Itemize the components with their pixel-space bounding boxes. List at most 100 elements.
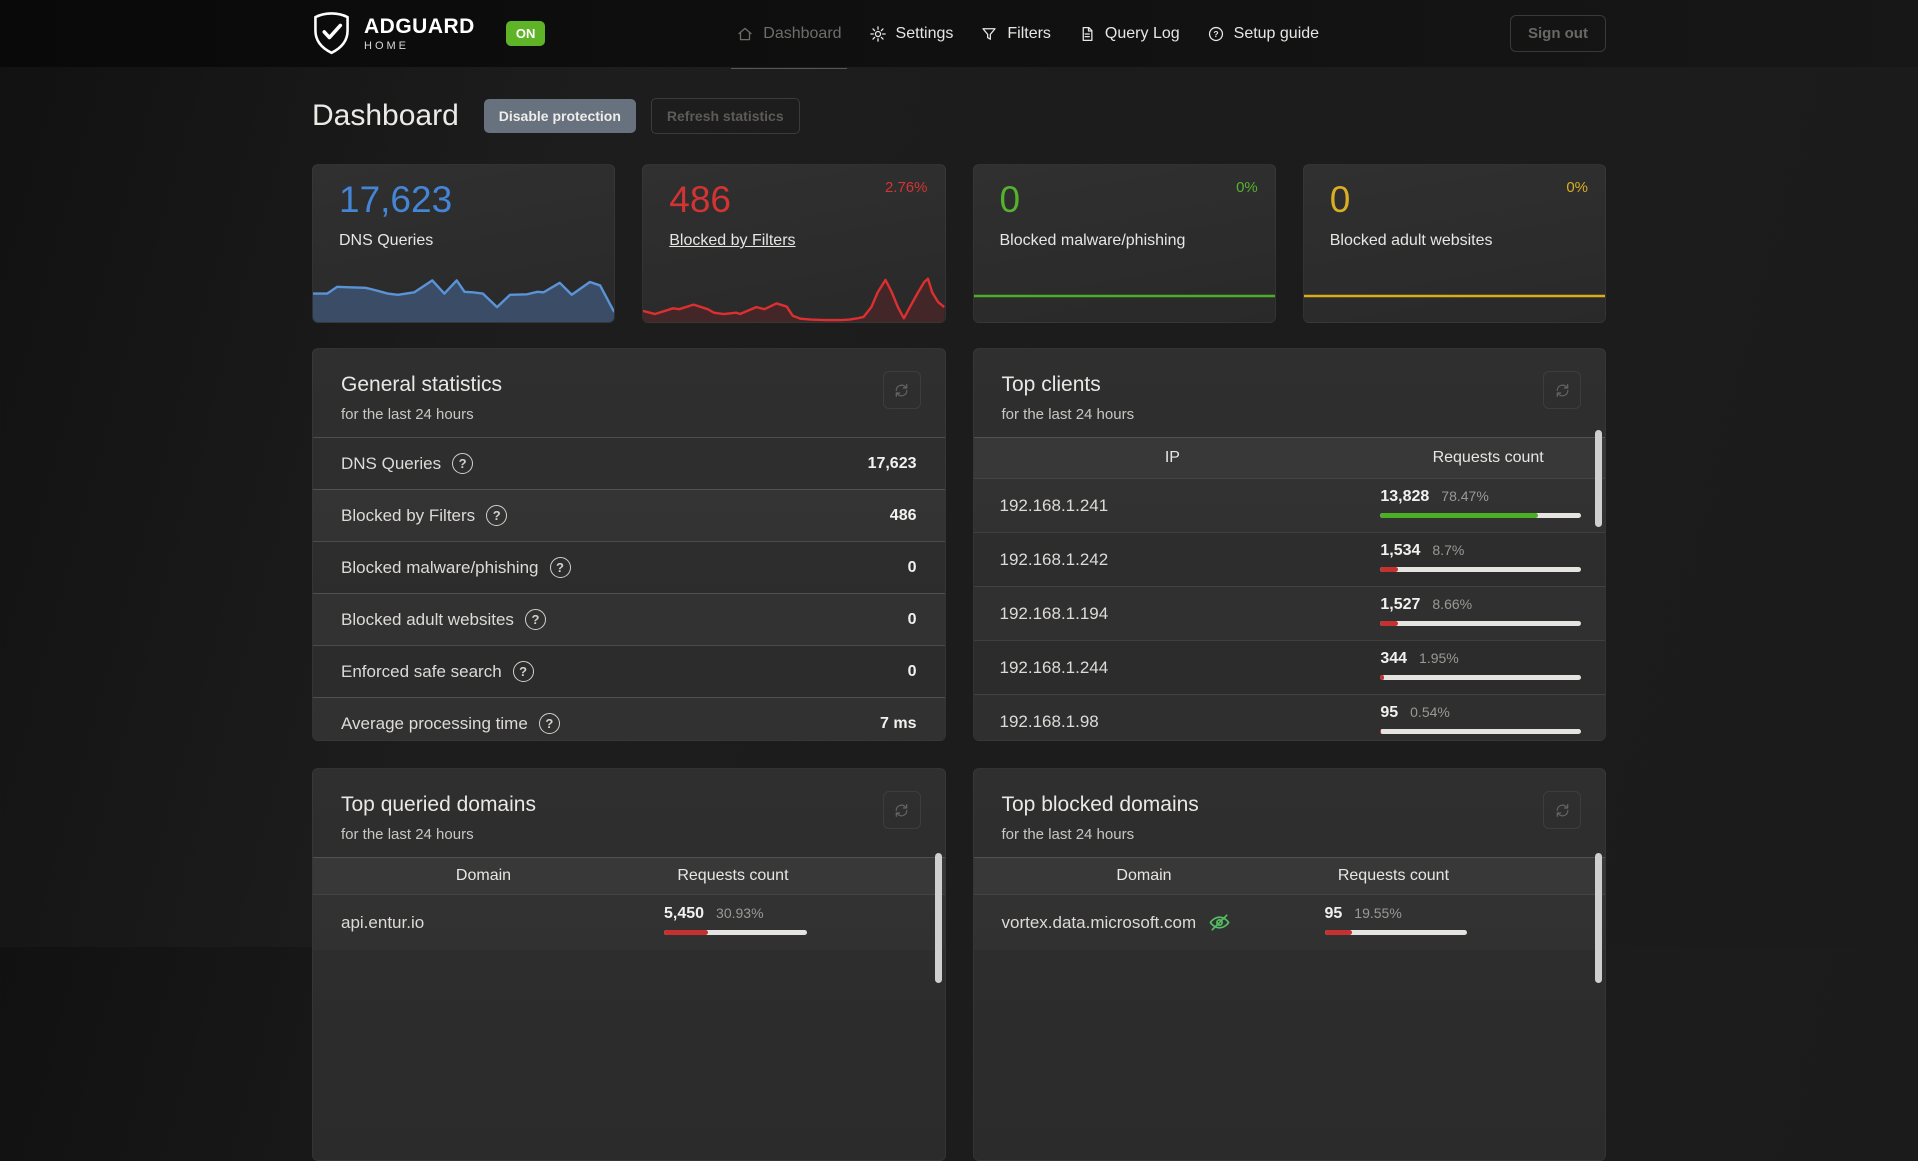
- disable-protection-button[interactable]: Disable protection: [483, 99, 636, 133]
- top-client-row: 192.168.1.241 13,828 78.47%: [973, 478, 1605, 532]
- gear-icon: [869, 25, 886, 42]
- refresh-panel-button[interactable]: [1543, 371, 1581, 409]
- stat-card-label[interactable]: Blocked by Filters: [669, 232, 795, 250]
- requests-progress-bar: [664, 930, 807, 935]
- panel-title: Top blocked domains: [1001, 793, 1199, 816]
- requests-count-line: 344 1.95%: [1380, 650, 1581, 668]
- top-client-row: 192.168.1.244 344 1.95%: [973, 640, 1605, 694]
- refresh-statistics-button[interactable]: Refresh statistics: [650, 98, 800, 134]
- stat-card-sparkline: [974, 270, 1275, 322]
- eye-slash-icon: [1209, 914, 1230, 931]
- refresh-icon: [895, 383, 908, 397]
- statistics-row-value: 0: [907, 610, 917, 628]
- dashboard-content: Dashboard Disable protection Refresh sta…: [312, 67, 1606, 1161]
- table-header: IP Requests count: [973, 437, 1605, 478]
- statistics-row: Enforced safe search? 0: [313, 645, 945, 697]
- requests-count-percent: 8.7%: [1432, 542, 1465, 558]
- help-question-icon[interactable]: ?: [512, 661, 534, 682]
- client-ip-address: 192.168.1.241: [999, 495, 1109, 515]
- statistics-row-label-text: Blocked by Filters: [341, 505, 476, 525]
- requests-count-percent: 8.66%: [1432, 596, 1473, 612]
- help-icon: ?: [1208, 26, 1223, 41]
- refresh-panel-button[interactable]: [882, 791, 921, 829]
- requests-count-value: 5,450: [664, 905, 705, 922]
- client-ip-address: 192.168.1.98: [999, 711, 1099, 731]
- filler-cell: [1472, 895, 1605, 950]
- panel-scrollbar-thumb[interactable]: [1595, 853, 1602, 983]
- column-header-requests-count: Requests count: [677, 867, 789, 884]
- page-title: Dashboard: [312, 99, 459, 132]
- stat-card-sparkline: [1304, 270, 1605, 322]
- client-ip-address: 192.168.1.244: [999, 657, 1109, 677]
- top-blocked-domains-table: Domain Requests count vortex.data.micros…: [973, 857, 1605, 950]
- requests-progress-fill: [1380, 567, 1398, 572]
- requests-count-cell: 95 0.54%: [1371, 695, 1605, 740]
- top-navbar: ADGUARD HOME ON Dashboard Settings Filters…: [0, 0, 1918, 69]
- stat-card-percent: 2.76%: [884, 179, 928, 196]
- requests-count-percent: 30.93%: [716, 905, 764, 921]
- requests-count-percent: 0.54%: [1410, 704, 1450, 720]
- brand-sub: HOME: [364, 39, 409, 52]
- top-queried-domains-rows: api.entur.io 5,450 30.93%: [313, 894, 945, 950]
- column-header-domain: Domain: [1116, 867, 1172, 884]
- column-header-requests-count: Requests count: [1432, 449, 1544, 466]
- requests-progress-fill: [1380, 621, 1398, 626]
- refresh-icon: [1556, 803, 1568, 817]
- sign-out-button[interactable]: Sign out: [1509, 15, 1606, 52]
- requests-progress-bar: [1380, 567, 1581, 572]
- stat-cards-row: 17,623 DNS Queries 486 2.76% Blocked by Filt…: [312, 164, 1606, 323]
- top-clients-panel: Top clients for the last 24 hours IP Req…: [972, 348, 1606, 741]
- top-queried-domains-panel: Top queried domains for the last 24 hour…: [312, 768, 946, 1161]
- nav-item-settings[interactable]: Settings: [869, 0, 953, 67]
- help-question-icon[interactable]: ?: [538, 713, 560, 734]
- panel-scrollbar-thumb[interactable]: [934, 853, 942, 983]
- statistics-row: Blocked by Filters? 486: [313, 489, 945, 541]
- statistics-row: Average processing time? 7 ms: [313, 697, 945, 740]
- general-statistics-list: DNS Queries? 17,623 Blocked by Filters? 486…: [313, 437, 945, 740]
- help-question-icon[interactable]: ?: [486, 505, 508, 526]
- panel-scrollbar-thumb[interactable]: [1595, 430, 1602, 527]
- requests-count-line: 95 0.54%: [1380, 704, 1581, 722]
- refresh-icon: [895, 803, 908, 817]
- home-icon: [738, 27, 752, 40]
- requests-progress-bar: [1380, 675, 1581, 680]
- requests-count-cell: 5,450 30.93%: [654, 895, 812, 950]
- statistics-row: Blocked malware/phishing? 0: [313, 541, 945, 593]
- refresh-panel-button[interactable]: [1543, 791, 1581, 829]
- panel-subtitle: for the last 24 hours: [1001, 406, 1135, 423]
- requests-count-value: 13,828: [1380, 488, 1430, 505]
- statistics-row-label-text: DNS Queries: [341, 453, 442, 473]
- svg-text:?: ?: [1213, 29, 1218, 39]
- requests-count-cell: 95 19.55%: [1315, 895, 1473, 950]
- top-client-row: 192.168.1.242 1,534 8.7%: [973, 532, 1605, 586]
- requests-count-value: 1,534: [1380, 542, 1421, 559]
- requests-count-percent: 19.55%: [1354, 905, 1402, 921]
- stat-card-value: 0: [999, 179, 1021, 220]
- statistics-row-label-text: Enforced safe search: [341, 661, 502, 681]
- statistics-row-label: DNS Queries?: [341, 453, 474, 474]
- help-question-icon[interactable]: ?: [524, 609, 546, 630]
- statistics-row-value: 17,623: [867, 454, 917, 472]
- refresh-panel-button[interactable]: [882, 371, 921, 409]
- statistics-row-label: Blocked adult websites?: [341, 609, 546, 630]
- help-question-icon[interactable]: ?: [549, 557, 571, 578]
- help-question-icon[interactable]: ?: [452, 453, 474, 474]
- stat-card-sparkline: [643, 270, 945, 322]
- client-ip-address: 192.168.1.242: [999, 549, 1109, 569]
- statistics-row-label: Average processing time?: [341, 713, 560, 734]
- nav-item-query-log[interactable]: Query Log: [1078, 0, 1180, 67]
- table-header: Domain Requests count: [313, 857, 945, 894]
- requests-progress-fill: [1380, 729, 1382, 734]
- nav-item-dashboard[interactable]: Dashboard: [731, 0, 847, 69]
- top-blocked-domains-rows: vortex.data.microsoft.com 95 19.55%: [973, 894, 1605, 950]
- statistics-row-label-text: Blocked malware/phishing: [341, 557, 539, 577]
- stat-card-0: 17,623 DNS Queries: [312, 164, 616, 323]
- stat-card-percent: 0%: [1566, 179, 1588, 196]
- nav-item-setup-guide[interactable]: ? Setup guide: [1207, 0, 1319, 67]
- stat-card-2: 0 0% Blocked malware/phishing: [972, 164, 1276, 323]
- nav-item-filters[interactable]: Filters: [980, 0, 1051, 67]
- refresh-icon: [1556, 383, 1568, 397]
- statistics-row-label-text: Average processing time: [341, 713, 528, 733]
- top-clients-table: IP Requests count 192.168.1.241 13,828 78.…: [973, 437, 1605, 740]
- column-header-domain: Domain: [455, 867, 512, 884]
